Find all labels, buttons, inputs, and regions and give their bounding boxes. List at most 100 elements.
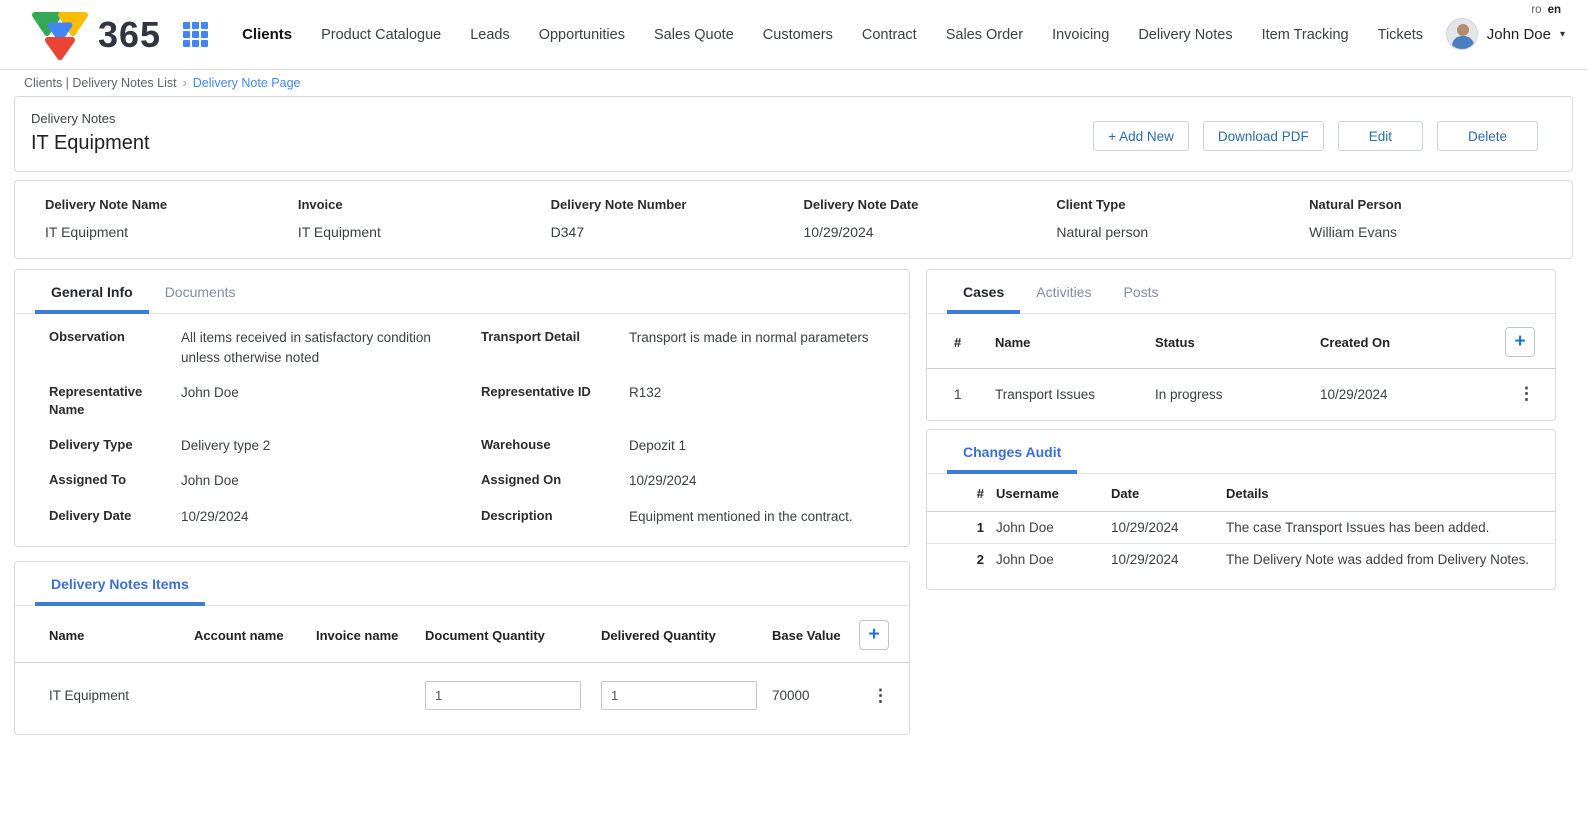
summary-field: Natural Person William Evans [1309,197,1552,240]
case-created-on: 10/29/2024 [1320,387,1494,402]
tab-delivery-notes-items[interactable]: Delivery Notes Items [35,562,205,606]
nav-item-product-catalogue[interactable]: Product Catalogue [321,27,441,43]
app-logo[interactable]: 365 [30,9,161,61]
nav-item-contract[interactable]: Contract [862,27,917,43]
top-bar: 365 Clients Product Catalogue Leads Oppo… [0,0,1587,70]
column-header: Status [1155,335,1320,350]
column-header: # [947,335,995,350]
page-title: IT Equipment [31,132,150,155]
nav-item-item-tracking[interactable]: Item Tracking [1262,27,1349,43]
row-menu-icon[interactable]: ⋮ [1518,384,1535,403]
nav-item-invoicing[interactable]: Invoicing [1052,27,1109,43]
column-header: Username [996,486,1111,501]
nav-item-sales-quote[interactable]: Sales Quote [654,27,734,43]
topbar-right: roen John Doe ▾ [1446,4,1565,50]
breadcrumb: Clients | Delivery Notes List › Delivery… [0,70,1587,94]
audit-username: John Doe [996,552,1111,567]
field-label: Assigned On [481,471,629,491]
cases-tabs: Cases Activities Posts [927,270,1555,314]
field-label: Delivery Date [49,507,181,527]
general-info-tabs: General Info Documents [15,270,909,314]
field-label: Delivery Type [49,436,181,456]
nav-item-delivery-notes[interactable]: Delivery Notes [1138,27,1232,43]
summary-value: 10/29/2024 [803,224,1046,240]
tab-cases[interactable]: Cases [947,270,1020,314]
tab-general-info[interactable]: General Info [35,270,149,314]
audit-details: The case Transport Issues has been added… [1226,520,1531,535]
summary-card: Delivery Note Name IT Equipment Invoice … [14,180,1573,259]
logo-triangles-icon [30,9,88,61]
column-header: Document Quantity [425,628,601,643]
items-tabs: Delivery Notes Items [15,562,909,606]
summary-field: Delivery Note Name IT Equipment [45,197,288,240]
tab-activities[interactable]: Activities [1020,270,1107,314]
delete-button[interactable]: Delete [1437,121,1538,151]
user-menu[interactable]: John Doe ▾ [1446,18,1565,50]
add-item-button[interactable]: + [859,620,889,650]
table-row: 1 Transport Issues In progress 10/29/202… [927,369,1555,420]
column-header: Account name [194,628,316,643]
lang-ro-link[interactable]: ro [1531,4,1541,16]
audit-date: 10/29/2024 [1111,520,1226,535]
breadcrumb-separator: › [183,76,187,90]
cases-table-header: # Name Status Created On + [927,314,1555,369]
nav-item-leads[interactable]: Leads [470,27,510,43]
page-header-titles: Delivery Notes IT Equipment [31,111,150,155]
field-value: Equipment mentioned in the contract. [629,507,889,527]
language-switcher: roen [1446,4,1565,16]
summary-value: D347 [551,224,794,240]
add-case-button[interactable]: + [1505,327,1535,357]
field-label: Representative Name [49,383,181,419]
field-label: Transport Detail [481,328,629,367]
lang-en-link[interactable]: en [1548,4,1561,16]
field-label: Warehouse [481,436,629,456]
nav-item-sales-order[interactable]: Sales Order [946,27,1023,43]
summary-value: William Evans [1309,224,1552,240]
nav-item-clients[interactable]: Clients [242,26,292,43]
field-label: Assigned To [49,471,181,491]
summary-label: Invoice [298,197,541,212]
column-header: # [951,486,996,501]
field-value: 10/29/2024 [629,471,889,491]
edit-button[interactable]: Edit [1338,121,1423,151]
audit-number: 1 [951,520,996,535]
app-grid-icon[interactable] [183,22,208,47]
summary-field: Delivery Note Number D347 [551,197,794,240]
table-row: IT Equipment 70000 ⋮ [15,663,909,710]
tab-changes-audit[interactable]: Changes Audit [947,430,1077,474]
nav-item-customers[interactable]: Customers [763,27,833,43]
page-header-card: Delivery Notes IT Equipment + Add New Do… [14,96,1573,172]
table-row: 2 John Doe 10/29/2024 The Delivery Note … [927,544,1555,575]
summary-value: Natural person [1056,224,1299,240]
chevron-down-icon: ▾ [1560,29,1565,40]
audit-table-header: # Username Date Details [927,474,1555,512]
delivered-quantity-input[interactable] [601,681,757,710]
download-pdf-button[interactable]: Download PDF [1203,121,1324,151]
items-table-header: Name Account name Invoice name Document … [15,606,909,663]
audit-username: John Doe [996,520,1111,535]
tab-posts[interactable]: Posts [1108,270,1175,314]
field-value: John Doe [181,383,481,419]
field-value: Delivery type 2 [181,436,481,456]
case-name: Transport Issues [995,387,1155,402]
breadcrumb-root[interactable]: Clients | Delivery Notes List [24,76,177,90]
audit-tabs: Changes Audit [927,430,1555,474]
audit-date: 10/29/2024 [1111,552,1226,567]
summary-label: Client Type [1056,197,1299,212]
field-value: R132 [629,383,889,419]
summary-field: Client Type Natural person [1056,197,1299,240]
summary-field: Delivery Note Date 10/29/2024 [803,197,1046,240]
summary-value: IT Equipment [45,224,288,240]
user-name: John Doe [1487,26,1551,43]
nav-item-opportunities[interactable]: Opportunities [539,27,625,43]
delivery-notes-items-card: Delivery Notes Items Name Account name I… [14,561,910,735]
add-new-button[interactable]: + Add New [1093,121,1189,151]
tab-documents[interactable]: Documents [149,270,252,314]
row-menu-icon[interactable]: ⋮ [872,686,889,705]
nav-item-tickets[interactable]: Tickets [1378,27,1423,43]
breadcrumb-current[interactable]: Delivery Note Page [193,76,301,90]
summary-label: Delivery Note Name [45,197,288,212]
case-status: In progress [1155,387,1320,402]
changes-audit-card: Changes Audit # Username Date Details 1 … [926,429,1556,590]
document-quantity-input[interactable] [425,681,581,710]
